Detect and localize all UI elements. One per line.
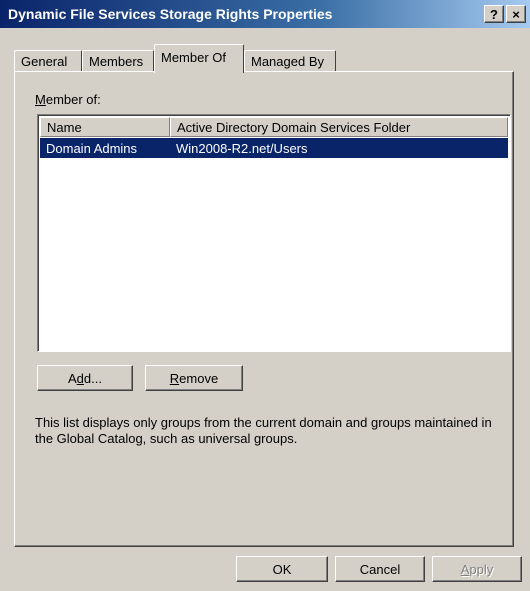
add-button-after: d... [83, 370, 102, 386]
member-of-label-accel: M [35, 92, 46, 107]
tab-members[interactable]: Members [82, 50, 154, 72]
cancel-button[interactable]: Cancel [335, 556, 425, 582]
row-folder-cell: Win2008-R2.net/Users [176, 140, 308, 156]
help-text: This list displays only groups from the … [35, 415, 492, 446]
tab-managed-by[interactable]: Managed By [244, 50, 336, 72]
list-header: Name Active Directory Domain Services Fo… [40, 117, 508, 137]
title-buttons: ? × [484, 5, 526, 23]
column-header-folder[interactable]: Active Directory Domain Services Folder [170, 117, 508, 137]
apply-button-rest: pply [469, 561, 494, 577]
ok-button[interactable]: OK [236, 556, 328, 582]
tab-general-label: General [21, 54, 68, 69]
window-title: Dynamic File Services Storage Rights Pro… [8, 6, 333, 22]
remove-button[interactable]: Remove [145, 365, 243, 391]
add-button[interactable]: Ad d... [37, 365, 133, 391]
tab-general[interactable]: General [14, 50, 82, 72]
row-name-cell: Domain Admins [46, 140, 138, 156]
remove-button-rest: emove [179, 370, 219, 386]
member-of-list[interactable]: Name Active Directory Domain Services Fo… [37, 114, 511, 352]
apply-button[interactable]: Apply [432, 556, 522, 582]
close-button[interactable]: × [506, 5, 526, 23]
add-button-before: A [68, 370, 77, 386]
tab-members-label: Members [89, 54, 144, 69]
properties-dialog: Dynamic File Services Storage Rights Pro… [0, 0, 530, 591]
tab-member-of-label: Member Of [161, 49, 227, 65]
add-button-accel: d [76, 370, 84, 386]
column-header-name[interactable]: Name [40, 117, 170, 137]
title-bar[interactable]: Dynamic File Services Storage Rights Pro… [0, 0, 530, 28]
member-of-label-rest: ember of: [45, 92, 101, 107]
help-button[interactable]: ? [484, 5, 504, 23]
member-of-panel: Member of: Name Active Directory Domain … [14, 71, 514, 547]
tab-member-of[interactable]: Member Of [154, 44, 244, 73]
table-row[interactable]: Domain Admins Win2008-R2.net/Users [40, 138, 508, 158]
apply-button-accel: A [460, 561, 470, 577]
remove-button-accel: R [169, 370, 180, 386]
tab-managed-by-label: Managed By [251, 54, 324, 69]
member-of-label: Member of: [35, 92, 101, 107]
